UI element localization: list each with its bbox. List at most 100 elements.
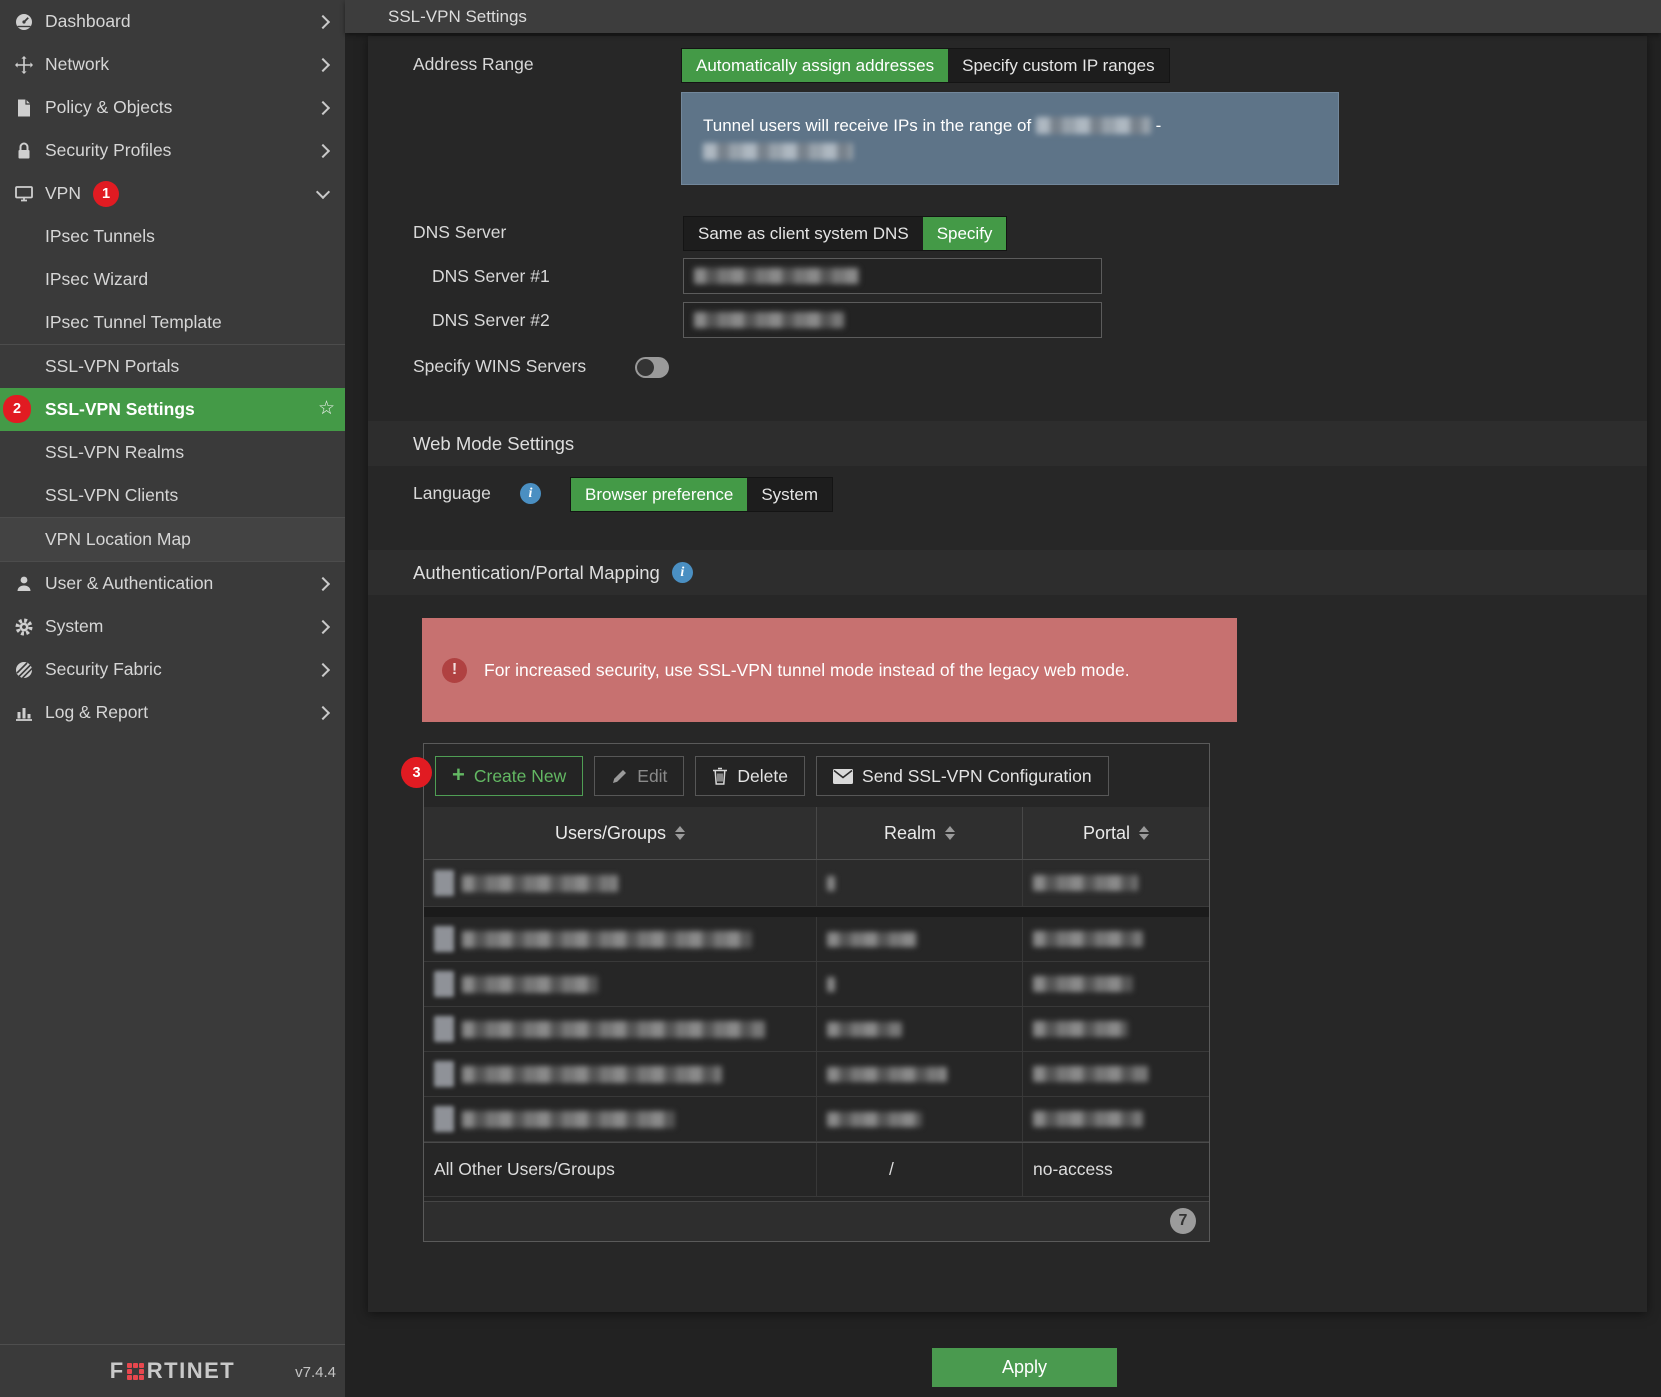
redacted-realm	[827, 1067, 947, 1082]
page-header: SSL-VPN Settings	[345, 0, 1661, 33]
sort-icon	[675, 821, 685, 845]
address-range-segment: Automatically assign addressesSpecify cu…	[681, 48, 1170, 83]
sidebar-item-vpn[interactable]: VPN1	[0, 172, 345, 215]
table-row-redacted[interactable]	[424, 860, 1209, 907]
firmware-version: v7.4.4	[295, 1364, 336, 1381]
chevron-right-icon	[316, 14, 330, 28]
settings-panel: Address Range Automatically assign addre…	[368, 36, 1647, 1312]
fortinet-o-icon	[127, 1363, 145, 1380]
redacted-realm	[827, 1112, 922, 1127]
table-row-redacted[interactable]	[424, 1007, 1209, 1052]
table-row-redacted[interactable]	[424, 1052, 1209, 1097]
sidebar-item-ipsec-wizard[interactable]: IPsec Wizard	[0, 258, 345, 301]
sidebar-item-log-report[interactable]: Log & Report	[0, 691, 345, 734]
gauge-icon	[12, 12, 36, 32]
dns-server-label: DNS Server	[413, 216, 506, 249]
sidebar-item-user-authentication[interactable]: User & Authentication	[0, 562, 345, 605]
portal-cell	[1023, 860, 1209, 906]
segment-option-specify-custom-ip-ranges[interactable]: Specify custom IP ranges	[948, 49, 1168, 82]
send-sslvpn-configuration-button[interactable]: Send SSL-VPN Configuration	[816, 756, 1109, 796]
table-header-row: Users/Groups Realm Portal	[424, 807, 1209, 860]
dns-server-2-input[interactable]	[683, 302, 1102, 338]
pencil-icon	[611, 768, 628, 785]
realm-cell	[817, 917, 1023, 961]
sidebar-item-vpn-location-map[interactable]: VPN Location Map	[0, 518, 345, 561]
segment-option-system[interactable]: System	[747, 478, 832, 511]
auth-portal-mapping-info-icon[interactable]: i	[672, 562, 693, 583]
sidebar-item-policy-objects[interactable]: Policy & Objects	[0, 86, 345, 129]
redacted-ip-end	[703, 143, 853, 160]
table-row-redacted[interactable]	[424, 917, 1209, 962]
segment-option-browser-preference[interactable]: Browser preference	[571, 478, 747, 511]
edit-button[interactable]: Edit	[594, 756, 684, 796]
redacted-ip-start	[1036, 117, 1151, 134]
sidebar-item-label: VPN	[45, 183, 81, 204]
sidebar-item-ipsec-tunnels[interactable]: IPsec Tunnels	[0, 215, 345, 258]
chevron-right-icon	[316, 619, 330, 633]
redacted-users-groups	[462, 1021, 765, 1038]
plus-icon: +	[452, 764, 465, 786]
sort-icon	[1139, 821, 1149, 845]
row-count-badge: 7	[1170, 1208, 1196, 1234]
chevron-right-icon	[316, 705, 330, 719]
sidebar-item-dashboard[interactable]: Dashboard	[0, 0, 345, 43]
users-groups-cell	[424, 1007, 817, 1051]
column-header-realm[interactable]: Realm	[817, 807, 1023, 859]
note-dash: -	[1156, 116, 1162, 135]
segment-option-specify[interactable]: Specify	[923, 217, 1007, 250]
table-row-redacted[interactable]	[424, 1097, 1209, 1142]
users-groups-cell: All Other Users/Groups	[424, 1143, 817, 1196]
sidebar-item-label: SSL-VPN Realms	[45, 442, 184, 463]
sidebar-item-system[interactable]: System	[0, 605, 345, 648]
sidebar-item-security-profiles[interactable]: Security Profiles	[0, 129, 345, 172]
table-row-redacted[interactable]	[424, 962, 1209, 1007]
users-groups-cell	[424, 1052, 817, 1096]
favorite-star-icon[interactable]: ☆	[318, 397, 335, 420]
address-range-label: Address Range	[413, 48, 534, 81]
redacted-portal	[1033, 1021, 1128, 1037]
sidebar-item-ssl-vpn-settings[interactable]: SSL-VPN Settings2☆	[0, 388, 345, 431]
sidebar-item-ssl-vpn-realms[interactable]: SSL-VPN Realms	[0, 431, 345, 474]
portal-cell	[1023, 1052, 1209, 1096]
redacted-portal	[1033, 875, 1138, 891]
table-body: All Other Users/Groups/no-access	[424, 860, 1209, 1202]
monitor-icon	[12, 184, 36, 203]
redacted-entry-icon	[434, 870, 454, 896]
sidebar-item-ssl-vpn-portals[interactable]: SSL-VPN Portals	[0, 345, 345, 388]
portal-cell	[1023, 1097, 1209, 1141]
column-header-portal[interactable]: Portal	[1023, 807, 1209, 859]
envelope-icon	[833, 769, 853, 784]
apply-button[interactable]: Apply	[932, 1348, 1117, 1387]
redacted-users-groups	[462, 976, 598, 993]
chevron-down-icon	[316, 184, 330, 198]
sidebar-item-label: IPsec Tunnels	[45, 226, 155, 247]
warning-text: For increased security, use SSL-VPN tunn…	[484, 657, 1134, 683]
sidebar-item-ssl-vpn-clients[interactable]: SSL-VPN Clients	[0, 474, 345, 517]
portal-cell	[1023, 962, 1209, 1006]
dns-server-1-label: DNS Server #1	[432, 260, 550, 293]
portal-cell	[1023, 917, 1209, 961]
column-header-users-groups[interactable]: Users/Groups	[424, 807, 817, 859]
sidebar-item-ipsec-tunnel-template[interactable]: IPsec Tunnel Template	[0, 301, 345, 344]
redacted-dns-2-value	[694, 312, 844, 328]
dns-server-2-label: DNS Server #2	[432, 304, 550, 337]
delete-button[interactable]: Delete	[695, 756, 805, 796]
language-info-icon[interactable]: i	[520, 483, 541, 504]
create-new-button[interactable]: + Create New	[435, 756, 583, 796]
realm-cell	[817, 1052, 1023, 1096]
segment-option-same-as-client-system-dns[interactable]: Same as client system DNS	[684, 217, 923, 250]
sidebar-item-security-fabric[interactable]: Security Fabric	[0, 648, 345, 691]
redacted-dns-1-value	[694, 268, 859, 284]
logo-text-right: RTINET	[147, 1358, 235, 1384]
redacted-entry-icon	[434, 1106, 454, 1132]
dns-server-1-input[interactable]	[683, 258, 1102, 294]
wins-servers-toggle[interactable]	[635, 357, 669, 378]
sidebar-item-network[interactable]: Network	[0, 43, 345, 86]
redacted-portal	[1033, 1066, 1148, 1082]
redacted-realm	[827, 1022, 902, 1037]
segment-option-automatically-assign-addresses[interactable]: Automatically assign addresses	[682, 49, 948, 82]
bar-chart-icon	[12, 703, 36, 722]
redacted-users-groups	[462, 931, 752, 948]
table-row-all-other-users-groups[interactable]: All Other Users/Groups/no-access	[424, 1142, 1209, 1197]
sidebar-item-label: Security Fabric	[45, 659, 162, 680]
